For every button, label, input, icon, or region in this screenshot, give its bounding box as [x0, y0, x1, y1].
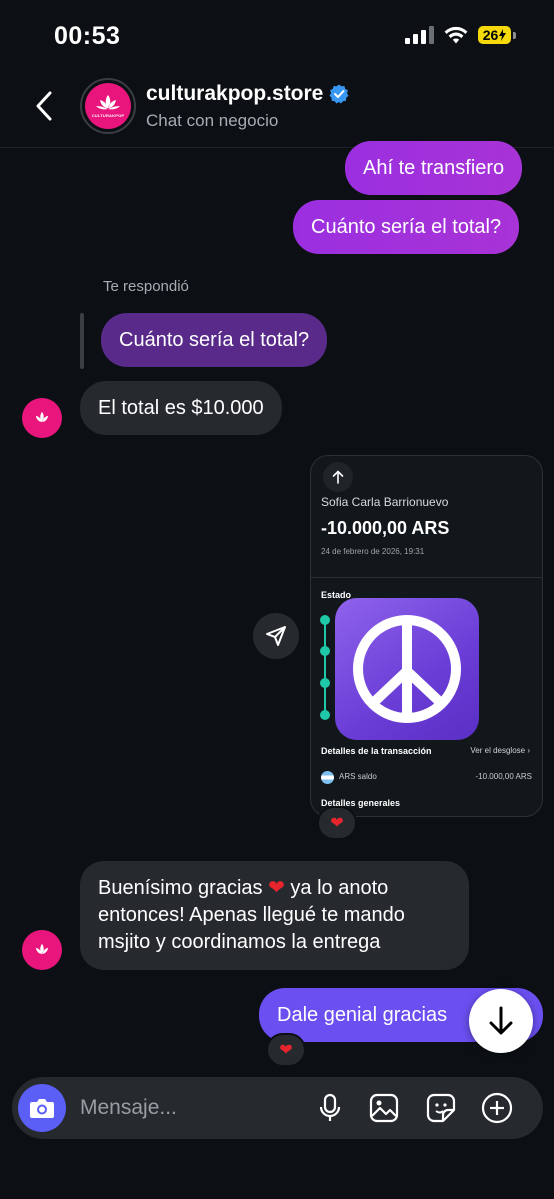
back-button[interactable]	[28, 86, 60, 126]
timeline-check-icon	[320, 678, 330, 688]
gallery-icon	[369, 1093, 399, 1123]
chat-header: CULTURAKPOP culturakpop.store Chat con n…	[0, 70, 554, 148]
reply-bar	[80, 313, 84, 369]
charging-bolt-icon	[499, 29, 507, 41]
message-text: entonces! Apenas llegué te mando	[98, 904, 405, 926]
message-input[interactable]	[80, 1094, 300, 1122]
heart-emoji: ❤	[268, 877, 285, 899]
share-icon	[266, 626, 286, 646]
message-outgoing[interactable]: Cuánto sería el total?	[293, 200, 520, 254]
reply-label: Te respondió	[103, 278, 189, 295]
header-avatar[interactable]: CULTURAKPOP	[80, 78, 136, 134]
scroll-down-button[interactable]	[469, 989, 533, 1053]
timeline-check-icon	[320, 615, 330, 625]
message-outgoing[interactable]: Ahí te transfiero	[345, 141, 523, 195]
message-text: ya lo anoto	[290, 877, 389, 899]
message-incoming[interactable]: El total es $10.000	[80, 381, 282, 435]
quoted-message[interactable]: Cuánto sería el total?	[101, 313, 328, 367]
microphone-icon	[319, 1093, 341, 1121]
receipt-saldo-label: ARS saldo	[339, 772, 377, 781]
receipt-arrow	[323, 462, 353, 492]
reaction-heart[interactable]: ❤	[266, 1033, 306, 1067]
message-text: msjito y coordinamos la entrega	[98, 931, 381, 953]
sticker-icon	[426, 1093, 456, 1123]
receipt-estado: Estado	[321, 590, 352, 600]
receipt-details-link: Ver el desglose ›	[470, 746, 530, 755]
signal-icon	[405, 26, 434, 44]
receipt-name: Sofia Carla Barrionuevo	[321, 495, 449, 509]
verified-badge-icon	[329, 84, 349, 104]
plus-icon	[481, 1092, 513, 1124]
receipt-details-title: Detalles de la transacción	[321, 746, 432, 756]
receipt-date: 24 de febrero de 2026, 19:31	[321, 547, 425, 556]
reaction-heart[interactable]: ❤	[317, 806, 357, 840]
message-composer	[12, 1077, 543, 1139]
contact-name[interactable]: culturakpop.store	[146, 82, 349, 106]
peace-sticker	[335, 598, 479, 740]
microphone-button[interactable]	[312, 1090, 348, 1126]
sticker-button[interactable]	[423, 1090, 459, 1126]
peace-icon	[353, 615, 461, 723]
store-logo: CULTURAKPOP	[85, 83, 131, 129]
sender-avatar[interactable]	[22, 930, 62, 970]
receipt-image[interactable]: Sofia Carla Barrionuevo -10.000,00 ARS 2…	[310, 455, 543, 817]
share-button[interactable]	[253, 613, 299, 659]
receipt-details-link-text: Ver el desglose	[470, 746, 526, 755]
gallery-button[interactable]	[366, 1090, 402, 1126]
camera-button[interactable]	[18, 1084, 66, 1132]
camera-icon	[30, 1099, 54, 1118]
timeline-check-icon	[320, 646, 330, 656]
status-icons: 26	[405, 26, 516, 44]
status-time: 00:53	[54, 22, 121, 50]
status-bar: 00:53 26	[0, 0, 554, 70]
arrow-down-icon	[489, 1006, 513, 1035]
battery-indicator: 26	[478, 26, 516, 44]
receipt-saldo-amount: -10.000,00 ARS	[475, 772, 532, 781]
sender-avatar[interactable]	[22, 398, 62, 438]
receipt-amount: -10.000,00 ARS	[321, 518, 450, 538]
back-chevron-icon	[36, 91, 52, 121]
contact-name-text: culturakpop.store	[146, 82, 324, 105]
message-incoming[interactable]: Buenísimo gracias ❤ ya lo anoto entonces…	[80, 861, 469, 970]
arrow-up-icon	[332, 470, 344, 484]
add-button[interactable]	[479, 1090, 515, 1126]
receipt-divider	[311, 577, 542, 578]
heart-icon: ❤	[279, 1042, 293, 1059]
battery-level: 26	[482, 27, 499, 43]
heart-icon: ❤	[330, 815, 344, 832]
contact-subtitle: Chat con negocio	[146, 111, 279, 130]
message-text: Buenísimo gracias	[98, 877, 263, 899]
logo-text: CULTURAKPOP	[91, 113, 125, 118]
wifi-icon	[444, 26, 468, 44]
argentina-flag-icon	[321, 771, 334, 784]
status-timeline	[324, 616, 326, 716]
timeline-check-icon	[320, 710, 330, 720]
